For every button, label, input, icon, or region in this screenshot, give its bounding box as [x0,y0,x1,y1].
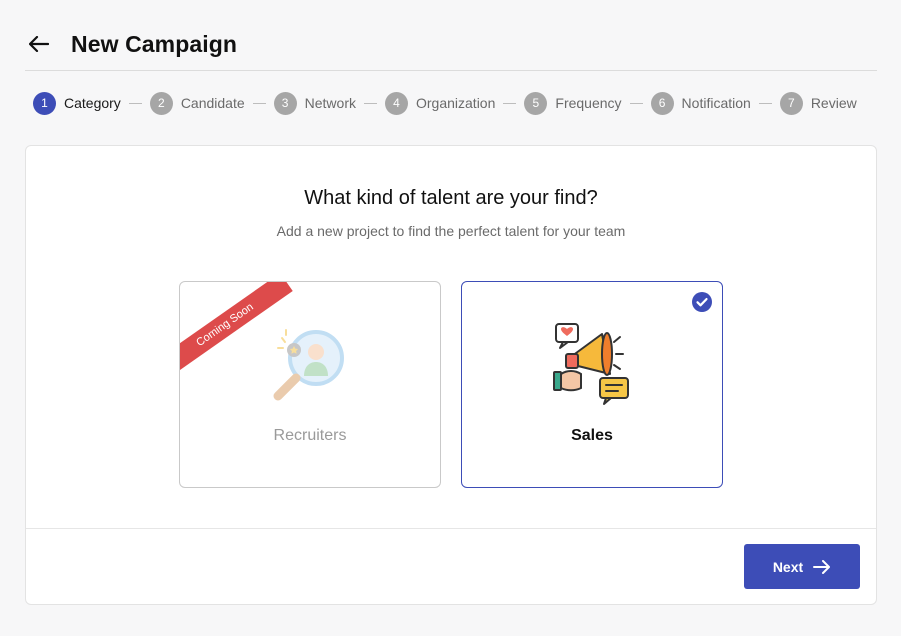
question-heading: What kind of talent are your find? [304,187,598,209]
step-number: 1 [33,91,56,115]
step-separator [252,102,266,104]
check-circle-icon [692,292,712,312]
next-button[interactable]: Next [744,544,860,589]
step-number: 7 [779,91,803,115]
page-title: New Campaign [71,30,238,57]
header-divider [25,70,877,71]
step-number: 4 [385,91,408,115]
step-separator [128,102,142,104]
arrow-left-icon [29,36,49,52]
step-separator [503,102,517,104]
next-label: Next [772,558,804,575]
option-sales[interactable]: Sales [461,281,723,488]
megaphone-icon [553,323,629,405]
step-label: Candidate [180,95,245,111]
step-category[interactable]: 1 Category [33,91,121,115]
step-number: 2 [149,91,173,115]
step-label: Review [810,95,857,111]
step-review[interactable]: 7 Review [779,91,857,115]
stepper: 1 Category 2 Candidate 3 Network 4 Organ… [33,91,857,115]
step-separator [758,102,772,104]
step-label: Notification [681,95,751,111]
page-header: New Campaign [25,18,877,70]
step-separator [364,102,377,104]
step-frequency[interactable]: 5 Frequency [524,91,622,115]
category-card: What kind of talent are your find? Add a… [25,145,877,605]
back-button[interactable] [29,29,55,59]
question-subtitle: Add a new project to find the perfect ta… [276,223,626,239]
option-label: Recruiters [273,427,347,444]
step-number: 3 [273,91,297,115]
step-organization[interactable]: 4 Organization [385,91,496,115]
step-label: Category [64,95,121,111]
step-label: Network [304,95,356,111]
recruiter-search-icon [273,329,344,401]
step-separator [629,102,643,104]
step-candidate[interactable]: 2 Candidate [149,91,245,115]
step-label: Organization [416,95,496,111]
option-label: Sales [571,427,613,444]
option-recruiters[interactable]: Coming Soon Recruiters [179,281,441,488]
step-network[interactable]: 3 Network [273,91,356,115]
footer-divider [26,528,876,529]
arrow-right-icon [813,559,831,574]
step-number: 6 [650,91,674,115]
step-notification[interactable]: 6 Notification [650,91,751,115]
step-number: 5 [524,91,548,115]
step-label: Frequency [555,95,622,111]
